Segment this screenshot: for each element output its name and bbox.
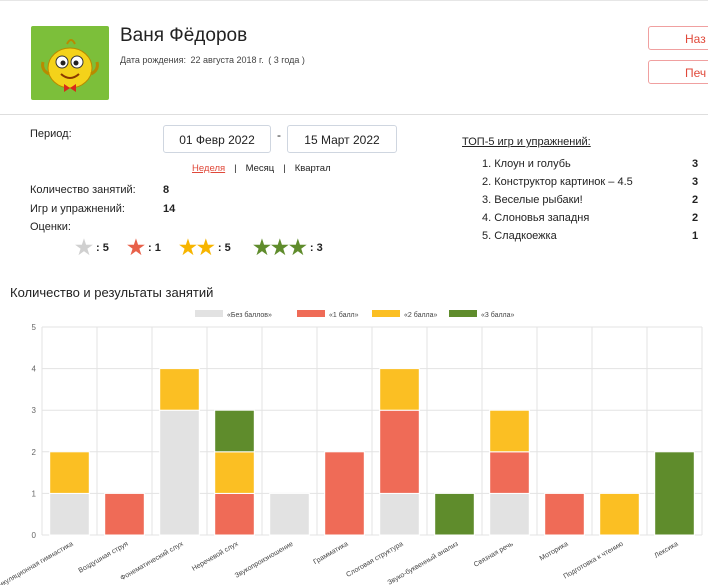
bar-segment (104, 492, 145, 536)
results-chart: 0 1 2 3 4 5 Артикуляционная гимнастика Воздушна… (0, 310, 703, 585)
bar-segment (269, 492, 310, 536)
y-tick-label: 2 (32, 448, 37, 457)
x-tick-label: Слоговая структура (345, 541, 404, 579)
x-tick-label: Воздушная струя (78, 541, 130, 575)
bar-segment (434, 492, 475, 536)
legend-swatch (449, 310, 477, 317)
bar-segment (379, 368, 420, 411)
bar-segment (654, 451, 695, 536)
x-tick-label: Звукопроизношение (234, 541, 295, 580)
x-tick-label: Неречевой слух (190, 540, 239, 573)
bar-segment (324, 451, 365, 536)
bar-segment (379, 409, 420, 494)
legend-label: «1 балл» (329, 311, 359, 319)
bar-segment (159, 368, 200, 411)
bar-segment (599, 492, 640, 536)
legend-swatch (297, 310, 325, 317)
x-tick-label: Грамматика (312, 541, 349, 567)
x-tick-label: Лексика (653, 541, 679, 560)
bar-segment (159, 409, 200, 536)
bar-segment (49, 492, 90, 536)
legend-label: «Без баллов» (227, 311, 272, 319)
bar-segment (49, 451, 90, 494)
bar-segment (489, 451, 530, 494)
bar-segment (489, 409, 530, 453)
legend-label: «3 балла» (481, 311, 515, 319)
bar-segment (214, 451, 255, 494)
bar-segment (214, 409, 255, 453)
bar-segment (489, 492, 530, 536)
y-tick-label: 0 (32, 531, 37, 540)
legend-swatch (372, 310, 400, 317)
x-tick-label: Связная речь (473, 540, 515, 568)
bar-segment (379, 492, 420, 536)
y-tick-label: 1 (32, 489, 37, 498)
bar-segment (544, 492, 585, 536)
bar-segment (214, 492, 255, 536)
legend-label: «2 балла» (404, 311, 438, 319)
x-tick-label: Артикуляционная гимнастика (0, 541, 75, 585)
y-tick-label: 5 (32, 323, 37, 332)
legend-swatch (195, 310, 223, 317)
x-tick-label: Подготовка к чтению (563, 541, 625, 581)
y-tick-label: 3 (32, 406, 37, 415)
y-tick-label: 4 (32, 365, 37, 374)
x-tick-label: Моторика (539, 541, 570, 563)
